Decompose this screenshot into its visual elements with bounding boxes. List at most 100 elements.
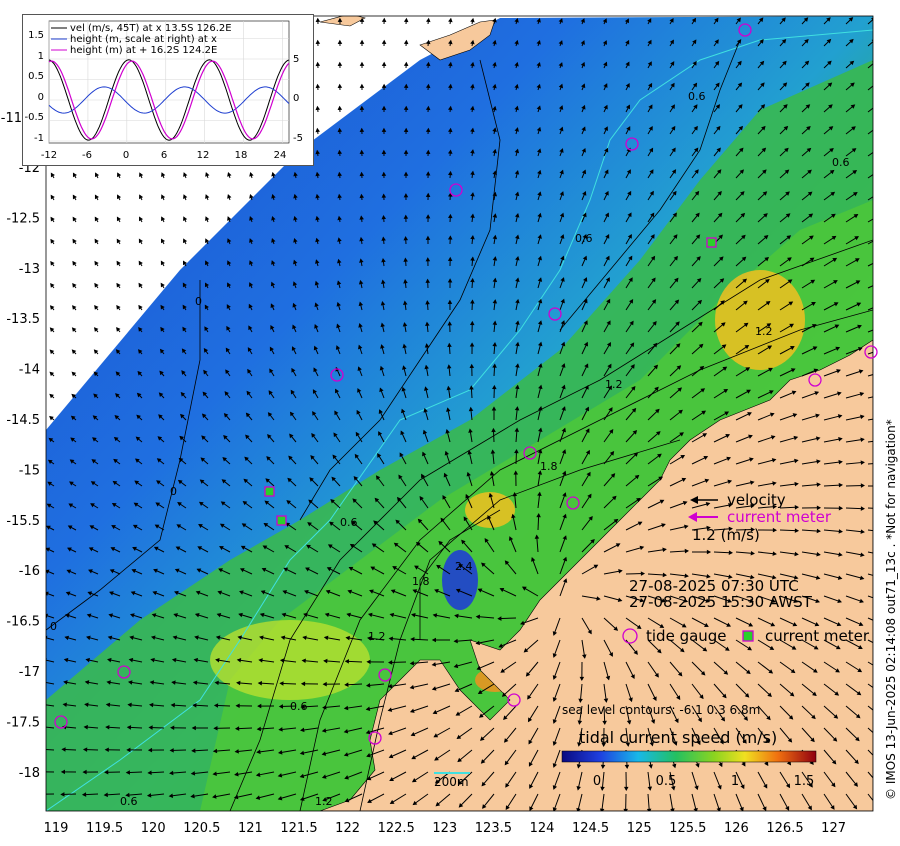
contour-label: 0 <box>170 485 177 498</box>
x-axis-ticks: 119 119.5 120 120.5 121 121.5 122 122.5 123 123.5… <box>44 821 846 836</box>
velocity-arrowhead <box>883 393 886 396</box>
inset-x-tick: 24 <box>274 150 287 161</box>
x-tick-label: 124 <box>530 821 555 836</box>
y-tick-label: -14 <box>19 363 40 378</box>
inset-legend: vel (m/s, 45T) at x 13.5S 126.2E height … <box>51 23 232 56</box>
velocity-arrowhead <box>883 416 886 419</box>
x-tick-label: 125.5 <box>669 821 706 836</box>
y-tick-label: -17.5 <box>6 715 40 730</box>
velocity-arrowhead <box>880 669 883 672</box>
x-tick-label: 123 <box>432 821 457 836</box>
inset-x-tick: 6 <box>161 150 167 161</box>
contour-label: 1.2 <box>315 795 333 808</box>
velocity-arrowhead <box>872 83 873 84</box>
contour-label: 1.2 <box>368 630 386 643</box>
contour-label: 1.2 <box>755 325 773 338</box>
x-tick-label: 127 <box>821 821 846 836</box>
inset-x-tick: 12 <box>197 150 210 161</box>
current-meter-label: current meter <box>727 508 831 526</box>
velocity-arrowhead <box>40 793 43 796</box>
inset-y-tick: 0.5 <box>28 71 44 82</box>
x-tick-label: 126 <box>724 821 749 836</box>
velocity-arrowhead <box>876 805 879 808</box>
x-tick-label: 121.5 <box>280 821 317 836</box>
x-tick-label: 119.5 <box>86 821 123 836</box>
velocity-arrowhead <box>878 760 881 763</box>
colorbar-tick: 1 <box>731 774 739 789</box>
inset-svg: vel (m/s, 45T) at x 13.5S 126.2E height … <box>24 20 303 161</box>
velocity-arrowhead <box>879 281 882 284</box>
y-tick-label: -16.5 <box>6 615 40 630</box>
colorbar-title: tidal current speed (m/s) <box>579 728 778 747</box>
inset-x-tick: -6 <box>82 150 92 161</box>
velocity-arrowhead <box>41 748 44 751</box>
hotspot-blue <box>442 550 478 610</box>
hotspot-yellow <box>210 620 370 700</box>
y-tick-label: -13 <box>19 262 40 277</box>
current-meter-marker <box>276 515 287 526</box>
x-tick-label: 120.5 <box>183 821 220 836</box>
inset-y-tick: 1 <box>38 51 44 62</box>
velocity-arrowhead <box>875 149 878 152</box>
x-tick-label: 121 <box>238 821 263 836</box>
contour-label: 0 <box>50 620 57 633</box>
velocity-label: velocity <box>727 491 786 509</box>
y-tick-label: -15 <box>19 463 40 478</box>
contour-label: 0.6 <box>688 90 706 103</box>
scale-label: 1.2 (m/s) <box>692 526 760 544</box>
depth-key-label: 200m <box>434 775 469 789</box>
contour-label: 1.2 <box>605 378 623 391</box>
contour-label: 0.6 <box>340 516 358 529</box>
x-tick-label: 122 <box>335 821 360 836</box>
velocity-arrowhead <box>599 808 605 811</box>
inset-y-right-tick: 5 <box>293 54 299 65</box>
y-tick-label: -16 <box>19 564 40 579</box>
velocity-arrowhead <box>46 591 49 596</box>
x-tick-label: 119 <box>44 821 69 836</box>
velocity-arrowhead <box>882 370 885 373</box>
y-tick-label: -17 <box>19 665 40 680</box>
inset-y-right-tick: -5 <box>293 133 303 144</box>
x-tick-label: 124.5 <box>572 821 609 836</box>
y-tick-label: -18 <box>19 766 40 781</box>
x-tick-label: 123.5 <box>475 821 512 836</box>
velocity-arrowhead <box>881 348 884 351</box>
x-tick-label: 120 <box>141 821 166 836</box>
colorbar-tick: 0 <box>593 774 601 789</box>
y-tick-label: -14.5 <box>6 413 40 428</box>
velocity-arrowhead <box>46 680 47 681</box>
contour-label: 1.8 <box>412 575 430 588</box>
inset-y-tick: 1.5 <box>28 30 44 41</box>
velocity-arrowhead <box>646 808 652 811</box>
colorbar-tick: 0.5 <box>656 774 677 789</box>
velocity-arrowhead <box>40 770 43 773</box>
contour-label: 0.6 <box>290 700 308 713</box>
colorbar <box>561 750 817 763</box>
velocity-arrowhead <box>879 715 882 718</box>
inset-x: -12 -6 0 6 12 18 24 <box>41 150 287 161</box>
inset-x-tick: -12 <box>41 150 57 161</box>
inset-y-right-tick: 0 <box>293 93 299 104</box>
velocity-arrowhead <box>877 783 880 786</box>
velocity-arrowhead <box>875 127 878 130</box>
time-awst: 27-08-2025 15:30 AWST <box>629 593 812 611</box>
velocity-arrowhead <box>878 237 881 240</box>
sea-level-contours-label: sea level contours: -6.1 0.3 6.8m <box>562 703 761 717</box>
y-tick-label: -13.5 <box>6 312 40 327</box>
velocity-arrowhead <box>42 703 45 706</box>
velocity-arrowhead <box>876 171 879 174</box>
contour-label: 1.8 <box>540 460 558 473</box>
current-meter-key-icon <box>742 630 754 642</box>
inset-y-right: 5 0 -5 <box>293 54 303 144</box>
current-meter-marker <box>264 486 275 497</box>
contour-label: 2.4 <box>455 560 473 573</box>
y-tick-label: -15.5 <box>6 514 40 529</box>
contour-label: 0.6 <box>575 232 593 245</box>
inset-plot: vel (m/s, 45T) at x 13.5S 126.2E height … <box>22 14 314 166</box>
velocity-arrowhead <box>876 193 879 196</box>
current-meter-marker <box>706 237 717 248</box>
tide-gauge-label: tide gauge <box>646 627 727 645</box>
inset-y-left: 1.5 1 0.5 0 -0.5 -1 <box>24 30 44 144</box>
hotspot-orange <box>715 270 805 370</box>
velocity-arrowhead <box>878 737 881 740</box>
